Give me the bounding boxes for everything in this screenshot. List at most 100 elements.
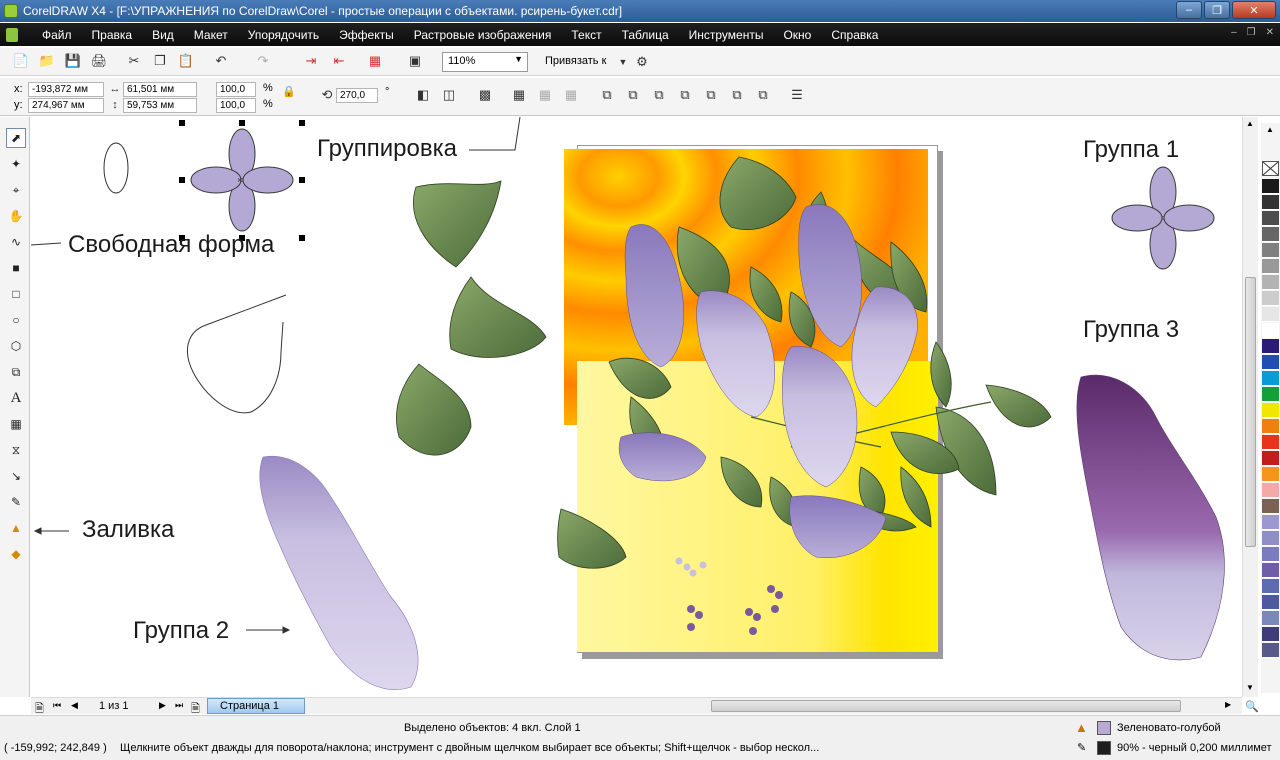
palette-swatch[interactable] <box>1262 259 1279 274</box>
scroll-down-icon[interactable]: ▼ <box>1246 683 1254 692</box>
restore-button[interactable]: ❐ <box>1204 1 1230 19</box>
scroll-right-icon[interactable]: ▶ <box>1225 700 1231 709</box>
paste-icon[interactable]: 📋 <box>177 52 195 70</box>
menu-text[interactable]: Текст <box>561 28 611 42</box>
crop-tool-icon[interactable]: ⌖ <box>6 180 26 200</box>
drawing-canvas[interactable]: × Группировка Свободная форма Заливка Гр… <box>31 117 1242 697</box>
palette-swatch[interactable] <box>1262 643 1279 658</box>
palette-scroll-up-icon[interactable]: ▲ <box>1266 125 1274 134</box>
palette-swatch[interactable] <box>1262 323 1279 338</box>
menu-bitmaps[interactable]: Растровые изображения <box>404 28 562 42</box>
rectangle-tool-icon[interactable]: □ <box>6 284 26 304</box>
palette-swatch[interactable] <box>1262 275 1279 290</box>
fill-tool-icon[interactable]: ▲ <box>6 518 26 538</box>
menu-view[interactable]: Вид <box>142 28 184 42</box>
combine-icon[interactable]: ⧉ <box>598 86 616 104</box>
menu-file[interactable]: Файл <box>32 28 82 42</box>
vertical-scroll-thumb[interactable] <box>1245 277 1256 547</box>
scale-y-field[interactable]: 100,0 <box>216 98 256 113</box>
basic-shapes-tool-icon[interactable]: ⧉ <box>6 362 26 382</box>
undo-icon[interactable]: ↶ <box>212 52 230 70</box>
palette-swatch[interactable] <box>1262 371 1279 386</box>
mirror-horizontal-icon[interactable]: ◧ <box>414 86 432 104</box>
cut-icon[interactable]: ✂ <box>125 52 143 70</box>
menu-layout[interactable]: Макет <box>184 28 238 42</box>
group-icon[interactable]: ▦ <box>510 86 528 104</box>
pan-tool-icon[interactable]: ✋ <box>6 206 26 226</box>
palette-swatch[interactable] <box>1262 451 1279 466</box>
open-folder-icon[interactable]: 📁 <box>38 52 56 70</box>
next-page-icon[interactable]: ▶ <box>159 700 166 711</box>
rotation-angle-field[interactable]: 270,0 <box>336 88 378 103</box>
palette-swatch[interactable] <box>1262 195 1279 210</box>
previous-page-icon[interactable]: ◀ <box>71 700 78 711</box>
welcome-screen-icon[interactable]: ▣ <box>406 52 424 70</box>
print-icon[interactable]: 🖨 <box>90 52 108 70</box>
horizontal-scroll-thumb[interactable] <box>711 700 1181 712</box>
first-page-icon[interactable]: ⏮ <box>53 700 61 711</box>
x-position-field[interactable]: -193,872 мм <box>28 82 104 97</box>
scale-x-field[interactable]: 100,0 <box>216 82 256 97</box>
zoom-select[interactable]: 110% ▼ <box>442 52 528 72</box>
outline-pen-tool-icon[interactable]: ✎ <box>6 492 26 512</box>
blend-tool-icon[interactable]: ⧖ <box>6 440 26 460</box>
front-minus-back-icon[interactable]: ⧉ <box>728 86 746 104</box>
palette-swatch[interactable] <box>1262 595 1279 610</box>
text-wrap-icon[interactable]: ▩ <box>476 86 494 104</box>
back-minus-front-icon[interactable]: ⧉ <box>754 86 772 104</box>
copy-icon[interactable]: ❐ <box>151 52 169 70</box>
save-icon[interactable]: 💾 <box>64 52 82 70</box>
smart-fill-tool-icon[interactable]: ■ <box>6 258 26 278</box>
freehand-tool-icon[interactable]: ∿ <box>6 232 26 252</box>
align-distribute-icon[interactable]: ☰ <box>788 86 806 104</box>
snap-chevron-down-icon[interactable]: ▼ <box>614 53 632 71</box>
snap-to-dropdown[interactable]: Привязать к <box>545 55 606 67</box>
shape-tool-icon[interactable]: ✦ <box>6 154 26 174</box>
palette-swatch[interactable] <box>1262 243 1279 258</box>
simplify-icon[interactable]: ⧉ <box>702 86 720 104</box>
scroll-up-icon[interactable]: ▲ <box>1246 119 1254 128</box>
mdi-restore-icon[interactable]: ❐ <box>1247 27 1256 38</box>
ungroup-icon[interactable]: ▦ <box>536 86 554 104</box>
palette-swatch[interactable] <box>1262 547 1279 562</box>
minimize-button[interactable]: – <box>1176 1 1202 19</box>
horizontal-scrollbar[interactable]: ▶ <box>305 697 1242 714</box>
palette-swatch[interactable] <box>1262 227 1279 242</box>
menu-help[interactable]: Справка <box>821 28 888 42</box>
ellipse-tool-icon[interactable]: ○ <box>6 310 26 330</box>
palette-swatch[interactable] <box>1262 611 1279 626</box>
palette-swatch[interactable] <box>1262 499 1279 514</box>
palette-swatch[interactable] <box>1262 291 1279 306</box>
palette-swatch[interactable] <box>1262 339 1279 354</box>
interactive-fill-tool-icon[interactable]: ◆ <box>6 544 26 564</box>
polygon-tool-icon[interactable]: ⬡ <box>6 336 26 356</box>
options-icon[interactable]: ⚙ <box>633 53 651 71</box>
y-position-field[interactable]: 274,967 мм <box>28 98 104 113</box>
text-tool-icon[interactable]: A <box>6 388 26 408</box>
weld-icon[interactable]: ⧉ <box>624 86 642 104</box>
eyedropper-tool-icon[interactable]: ↘ <box>6 466 26 486</box>
application-launcher-icon[interactable]: ▦ <box>366 52 384 70</box>
palette-swatch[interactable] <box>1262 179 1279 194</box>
export-icon[interactable]: ⇤ <box>330 52 348 70</box>
pick-tool-icon[interactable]: ⬈ <box>6 128 26 148</box>
vertical-scrollbar[interactable]: ▲ ▼ <box>1242 117 1258 697</box>
document-icon[interactable] <box>6 27 18 42</box>
zoom-navigator-icon[interactable]: 🔍 <box>1243 697 1261 715</box>
mdi-minimize-icon[interactable]: – <box>1231 27 1237 38</box>
palette-swatch[interactable] <box>1262 307 1279 322</box>
palette-swatch[interactable] <box>1262 483 1279 498</box>
palette-swatch[interactable] <box>1262 563 1279 578</box>
menu-window[interactable]: Окно <box>773 28 821 42</box>
new-document-icon[interactable]: 📄 <box>12 52 30 70</box>
no-color-swatch[interactable] <box>1262 161 1279 176</box>
menu-arrange[interactable]: Упорядочить <box>238 28 329 42</box>
height-field[interactable]: 59,753 мм <box>123 98 197 113</box>
menu-table[interactable]: Таблица <box>612 28 679 42</box>
palette-swatch[interactable] <box>1262 355 1279 370</box>
palette-swatch[interactable] <box>1262 627 1279 642</box>
palette-swatch[interactable] <box>1262 467 1279 482</box>
menu-edit[interactable]: Правка <box>82 28 143 42</box>
palette-swatch[interactable] <box>1262 387 1279 402</box>
width-field[interactable]: 61,501 мм <box>123 82 197 97</box>
